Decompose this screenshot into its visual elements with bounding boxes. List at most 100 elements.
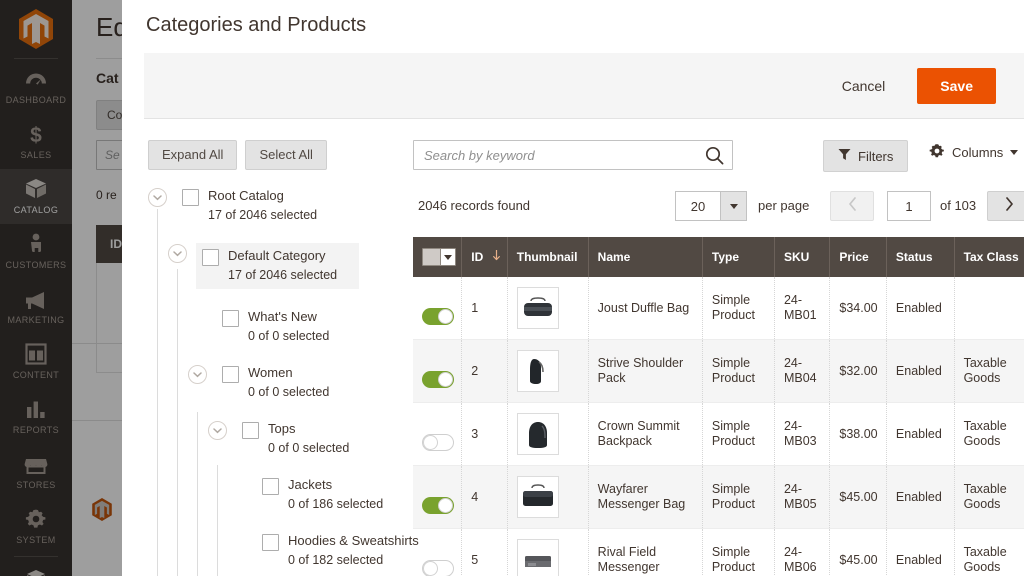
tree-node-checkbox[interactable] [182,189,199,206]
select-all-button[interactable]: Select All [245,140,327,170]
cell-type: Simple Product [702,528,775,576]
column-header-sku[interactable]: SKU [774,237,831,277]
cancel-button[interactable]: Cancel [828,70,900,102]
cell-status: Enabled [886,465,955,529]
cell-price: $45.00 [829,465,887,529]
cell-id: 5 [461,528,508,576]
cell-price: $34.00 [829,277,887,340]
product-grid-table: ID Thumbnail Name Type SKU Price Status … [413,237,1024,576]
per-page-select[interactable]: 20 [675,191,747,221]
tree-connector-line [197,412,198,576]
column-header-status[interactable]: Status [886,237,955,277]
search-input-wrapper[interactable] [413,140,733,170]
chevron-down-icon[interactable] [188,365,207,384]
tree-node-highlight[interactable]: Default Category 17 of 2046 selected [196,243,360,289]
page-total-label: of 103 [940,198,977,213]
previous-page-button[interactable] [830,191,874,221]
tree-node-hoodies-sweatshirts[interactable]: Hoodies & Sweatshirts 0 of 182 selected [262,532,419,569]
tree-node-count: 0 of 0 selected [268,441,350,455]
shoulder-pack-thumbnail [516,350,559,392]
expand-all-button[interactable]: Expand All [148,140,238,170]
tree-node-tops[interactable]: Tops 0 of 0 selected [208,420,403,457]
tree-node-jackets[interactable]: Jackets 0 of 186 selected [262,476,403,513]
chevron-right-icon [1005,196,1014,216]
sort-descending-icon [492,249,500,264]
cell-tax-class: Taxable Goods [954,465,1024,529]
category-tree-panel: Expand All Select All Root Catalog 17 of… [148,140,419,576]
cell-tax-class: Taxable Goods [954,402,1024,466]
filters-button[interactable]: Filters [823,140,909,172]
chevron-down-icon[interactable] [148,188,167,207]
tree-node-checkbox[interactable] [222,310,239,327]
cell-id: 2 [461,339,508,403]
tree-node-count: 0 of 186 selected [288,497,384,511]
column-header-type[interactable]: Type [702,237,775,277]
tree-node-label: Root Catalog [208,188,284,203]
tree-node-label: Tops [268,421,296,436]
row-select-toggle-cell[interactable] [413,465,463,529]
page-number-input[interactable]: 1 [887,191,931,221]
column-header-tax-class[interactable]: Tax Class [954,237,1024,277]
cell-type: Simple Product [702,277,775,340]
grid-pagination-row: 2046 records found 20 per page 1 of 103 [413,191,1024,223]
tree-connector-line [177,269,178,576]
backpack-thumbnail [516,413,559,455]
column-header-id[interactable]: ID [461,237,508,277]
tree-node-label: What's New [248,309,317,324]
save-button[interactable]: Save [917,67,996,104]
row-select-toggle-cell[interactable] [413,277,463,340]
table-row[interactable]: 2 Strive Shoulder Pack Simple Product 24… [413,339,1024,403]
cell-sku: 24-MB01 [774,277,831,340]
tree-node-checkbox[interactable] [222,366,239,383]
tree-node-root-catalog[interactable]: Root Catalog 17 of 2046 selected [148,187,403,224]
product-grid-panel: Filters Columns 2046 records found 20 [413,140,1024,576]
cell-tax-class: Taxable Goods [954,339,1024,403]
cell-thumbnail [507,528,589,576]
tree-node-default-category[interactable]: Default Category 17 of 2046 selected [168,243,403,289]
column-header-name[interactable]: Name [588,237,703,277]
chevron-down-icon[interactable] [208,421,227,440]
next-page-button[interactable] [987,191,1024,221]
row-select-toggle-cell[interactable] [413,402,463,466]
field-messenger-thumbnail [516,539,559,576]
table-row[interactable]: 1 Joust Duffle Bag Simple Product 24-MB0… [413,277,1024,340]
chevron-down-icon[interactable] [440,249,455,265]
row-select-toggle-cell[interactable] [413,339,463,403]
columns-button[interactable]: Columns [929,143,1019,162]
duffle-bag-thumbnail [516,287,559,329]
table-row[interactable]: 3 Crown Summit Backpack Simple Product 2… [413,402,1024,466]
tree-node-label: Default Category [228,248,326,263]
chevron-left-icon [848,196,857,216]
table-row[interactable]: 4 Wayfarer Messenger Bag Simple Product … [413,465,1024,529]
cell-thumbnail [507,402,589,466]
cell-tax-class [954,277,1024,340]
tree-node-women[interactable]: Women 0 of 0 selected [188,364,403,401]
chevron-down-icon[interactable] [168,244,187,263]
column-header-price[interactable]: Price [829,237,887,277]
cell-sku: 24-MB05 [774,465,831,529]
cell-type: Simple Product [702,402,775,466]
cell-name: Wayfarer Messenger Bag [588,465,703,529]
row-select-toggle-cell[interactable] [413,528,463,576]
tree-node-checkbox[interactable] [202,249,219,266]
chevron-down-icon [720,192,746,220]
tree-node-checkbox[interactable] [262,478,279,495]
column-header-thumbnail[interactable]: Thumbnail [507,237,589,277]
chevron-down-icon [1010,150,1019,155]
search-icon[interactable] [705,146,724,170]
cell-tax-class: Taxable Goods [954,528,1024,576]
tree-node-count: 0 of 0 selected [248,385,330,399]
table-header-row: ID Thumbnail Name Type SKU Price Status … [413,237,1024,277]
search-input[interactable] [414,141,732,169]
categories-and-products-modal: Categories and Products Cancel Save Expa… [122,0,1024,576]
master-checkbox-dropdown[interactable] [422,248,456,266]
cell-name: Strive Shoulder Pack [588,339,703,403]
cell-type: Simple Product [702,465,775,529]
tree-node-checkbox[interactable] [242,422,259,439]
page-number-value: 1 [905,198,913,214]
tree-node-whats-new[interactable]: What's New 0 of 0 selected [222,308,403,345]
tree-node-checkbox[interactable] [262,534,279,551]
table-row[interactable]: 5 Rival Field Messenger Simple Product 2… [413,528,1024,576]
tree-node-label: Women [248,365,293,380]
select-all-column-header[interactable] [413,237,463,277]
